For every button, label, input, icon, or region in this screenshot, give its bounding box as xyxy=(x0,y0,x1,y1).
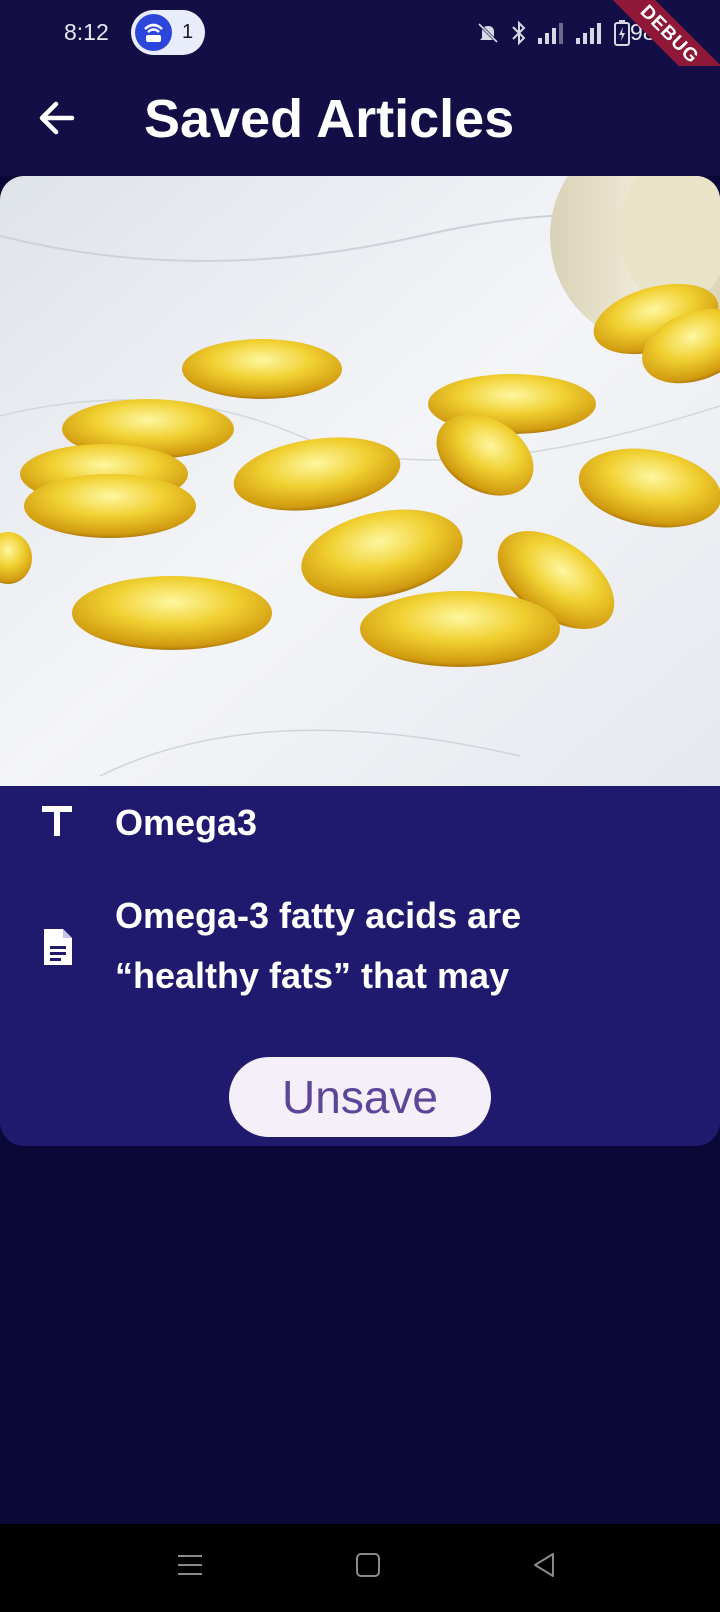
hotspot-count: 1 xyxy=(182,21,194,43)
article-title: Omega3 xyxy=(115,802,258,843)
status-bar: 8:12 1 DEBUG xyxy=(0,0,720,113)
back-triangle-icon[interactable] xyxy=(530,1551,558,1579)
bluetooth-icon xyxy=(512,20,526,46)
home-square-icon[interactable] xyxy=(354,1551,382,1579)
battery-charging-icon xyxy=(614,20,630,46)
menu-icon[interactable] xyxy=(176,1551,204,1579)
signal-icon xyxy=(576,23,601,44)
status-icons xyxy=(476,20,630,46)
mute-bell-icon xyxy=(477,22,499,44)
saved-article-card[interactable]: Omega3 Omega-3 fatty acids are “healthy … xyxy=(0,176,720,1146)
arrow-left-icon xyxy=(39,101,75,135)
page-title: Saved Articles xyxy=(144,89,515,149)
back-button[interactable] xyxy=(34,94,82,142)
app-bar: Saved Articles xyxy=(0,66,720,176)
article-description-row: Omega-3 fatty acids are “healthy fats” t… xyxy=(0,886,720,1016)
status-time: 8:12 xyxy=(64,19,109,45)
signal-icon xyxy=(538,23,563,44)
document-icon xyxy=(44,929,72,965)
text-T-icon xyxy=(42,806,72,836)
unsave-button[interactable]: Unsave xyxy=(229,1057,491,1137)
article-title-row: Omega3 xyxy=(0,792,720,852)
article-description: Omega-3 fatty acids are “healthy fats” t… xyxy=(115,895,522,996)
article-image xyxy=(0,176,720,786)
hotspot-indicator[interactable]: 1 xyxy=(131,10,205,55)
system-navigation-bar xyxy=(0,1524,720,1612)
hotspot-icon xyxy=(135,14,172,51)
